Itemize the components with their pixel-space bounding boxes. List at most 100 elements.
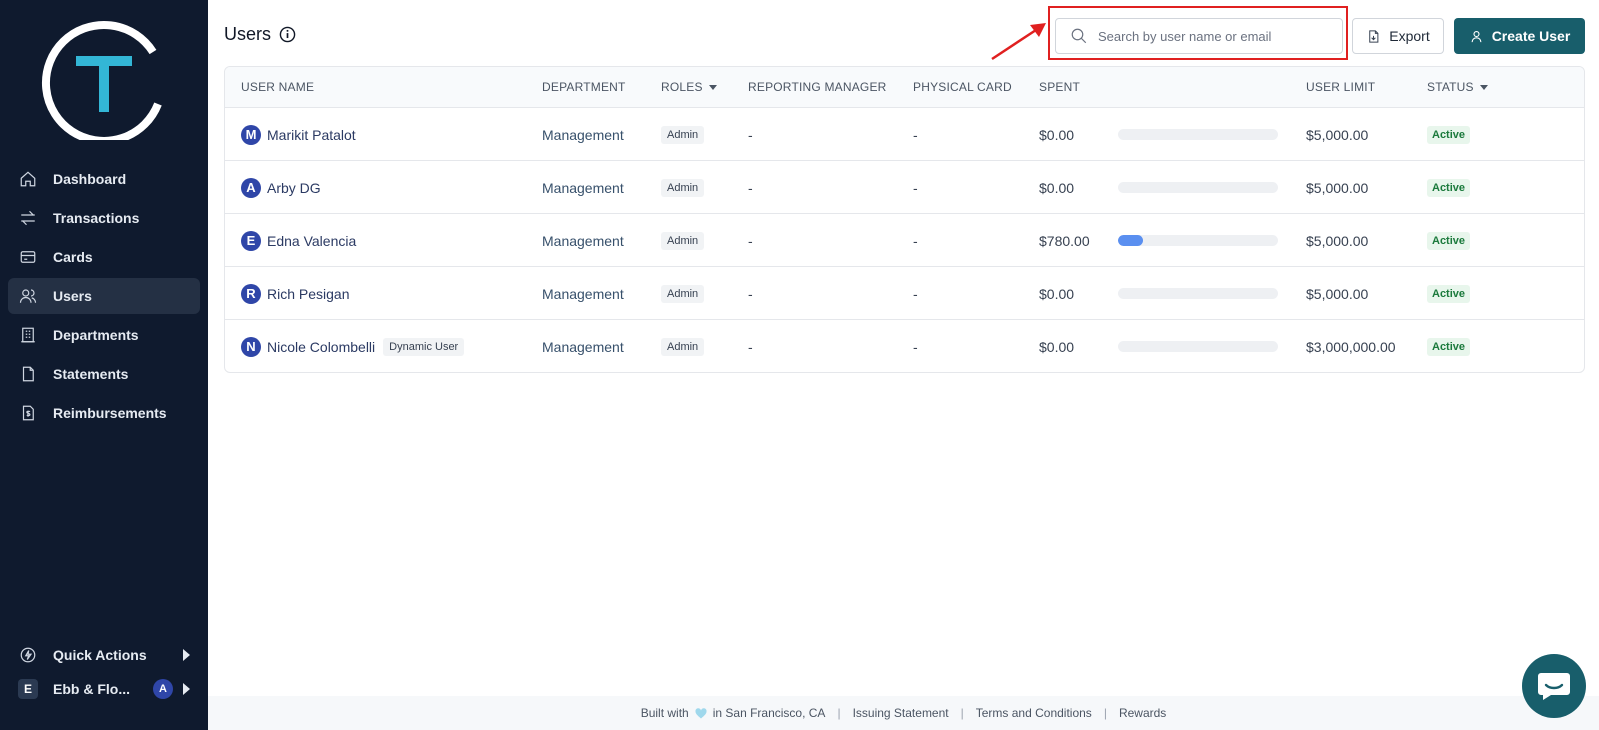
column-header-department[interactable]: DEPARTMENT <box>542 80 626 94</box>
sidebar-item-label: Statements <box>53 366 129 382</box>
sidebar-item-cards[interactable]: Cards <box>8 239 200 275</box>
physical-card-cell: - <box>913 338 918 355</box>
create-user-button[interactable]: Create User <box>1454 18 1585 54</box>
user-name[interactable]: Marikit Patalot <box>267 127 356 143</box>
sidebar-item-departments[interactable]: Departments <box>8 317 200 353</box>
avatar: A <box>241 177 261 198</box>
chat-icon <box>1538 673 1570 700</box>
user-name-cell[interactable]: E Edna Valencia <box>241 214 356 267</box>
physical-card-cell: - <box>913 232 918 249</box>
user-name-cell[interactable]: R Rich Pesigan <box>241 267 350 320</box>
user-type-badge: Dynamic User <box>383 337 465 356</box>
quick-actions-menu[interactable]: Quick Actions <box>0 638 208 672</box>
spend-progress <box>1118 108 1278 161</box>
table-row[interactable]: R Rich Pesigan Management Admin - - $0.00 $5,00… <box>225 267 1584 320</box>
chevron-right-icon <box>183 683 190 695</box>
column-header-user-name[interactable]: USER NAME <box>241 80 314 94</box>
arrow-annotation-icon <box>991 23 1046 61</box>
issuing-statement-link[interactable]: Issuing Statement <box>853 706 949 720</box>
reporting-manager-cell: - <box>748 179 753 196</box>
receipt-icon <box>18 403 38 423</box>
building-icon <box>18 325 38 345</box>
spent-cell: $0.00 <box>1039 126 1075 143</box>
user-name[interactable]: Rich Pesigan <box>267 286 350 302</box>
column-header-spent[interactable]: SPENT <box>1039 80 1080 94</box>
column-header-user-limit[interactable]: USER LIMIT <box>1306 80 1375 94</box>
users-icon <box>18 286 38 306</box>
user-limit-cell: $5,000.00 <box>1306 126 1369 143</box>
status-cell: Active <box>1427 108 1471 161</box>
user-name[interactable]: Nicole Colombelli <box>267 339 375 355</box>
table-header: USER NAME DEPARTMENT ROLES REPORTING MAN… <box>225 67 1584 108</box>
table-row[interactable]: E Edna Valencia Management Admin - - $780.00 $5… <box>225 214 1584 267</box>
table-row[interactable]: M Marikit Patalot Management Admin - - $0.00 $5… <box>225 108 1584 161</box>
export-icon <box>1369 29 1379 43</box>
role-badge: Admin <box>661 284 705 303</box>
sidebar-item-dashboard[interactable]: Dashboard <box>8 161 200 197</box>
avatar: A <box>153 679 173 699</box>
column-header-physical-card[interactable]: PHYSICAL CARD <box>913 80 1012 94</box>
sidebar-item-users[interactable]: Users <box>8 278 200 314</box>
status-cell: Active <box>1427 161 1471 214</box>
sidebar-item-label: Users <box>53 288 92 304</box>
page-title: Users <box>224 24 296 45</box>
column-header-reporting-manager[interactable]: REPORTING MANAGER <box>748 80 887 94</box>
table-row[interactable]: A Arby DG Management Admin - - $0.00 $5,000.00 A… <box>225 161 1584 214</box>
spent-cell: $780.00 <box>1039 232 1090 249</box>
role-badge: Admin <box>661 178 705 197</box>
avatar: N <box>241 336 261 357</box>
user-name[interactable]: Arby DG <box>267 180 321 196</box>
chevron-right-icon <box>183 649 190 661</box>
reporting-manager-cell: - <box>748 338 753 355</box>
department-cell: Management <box>542 338 624 355</box>
user-icon <box>1471 30 1482 42</box>
avatar: R <box>241 283 261 304</box>
table-row[interactable]: N Nicole Colombelli Dynamic User Management… <box>225 320 1584 372</box>
department-cell: Management <box>542 285 624 302</box>
page-title-text: Users <box>224 24 272 44</box>
info-icon[interactable] <box>279 26 296 43</box>
org-badge: E <box>18 679 38 699</box>
status-badge: Active <box>1427 125 1471 144</box>
sidebar-item-statements[interactable]: Statements <box>8 356 200 392</box>
search-input[interactable] <box>1098 28 1328 44</box>
physical-card-cell: - <box>913 179 918 196</box>
terms-link[interactable]: Terms and Conditions <box>976 706 1092 720</box>
brand-logo[interactable] <box>40 16 168 140</box>
search-box[interactable] <box>1055 18 1343 54</box>
rewards-link[interactable]: Rewards <box>1119 706 1166 720</box>
role-cell: Admin <box>661 267 705 320</box>
user-name[interactable]: Edna Valencia <box>267 233 356 249</box>
sidebar-item-transactions[interactable]: Transactions <box>8 200 200 236</box>
reporting-manager-cell: - <box>748 285 753 302</box>
user-limit-cell: $5,000.00 <box>1306 232 1369 249</box>
export-label: Export <box>1389 28 1430 44</box>
search-highlight <box>1048 6 1348 60</box>
main-nav: Dashboard Transactions Cards Users Depar… <box>0 158 208 434</box>
user-name-cell[interactable]: A Arby DG <box>241 161 321 214</box>
status-badge: Active <box>1427 178 1471 197</box>
export-button[interactable]: Export <box>1352 18 1444 54</box>
caret-down-icon <box>708 84 717 90</box>
user-limit-cell: $3,000,000.00 <box>1306 338 1396 355</box>
chat-button[interactable] <box>1522 654 1586 718</box>
home-icon <box>18 169 38 189</box>
org-switcher[interactable]: E Ebb & Flo... A <box>0 672 208 706</box>
role-badge: Admin <box>661 125 705 144</box>
user-name-cell[interactable]: N Nicole Colombelli Dynamic User <box>241 320 465 372</box>
column-header-status[interactable]: STATUS <box>1427 80 1488 94</box>
org-name: Ebb & Flo... <box>53 681 130 697</box>
user-name-cell[interactable]: M Marikit Patalot <box>241 108 356 161</box>
sidebar-item-label: Departments <box>53 327 139 343</box>
column-header-roles[interactable]: ROLES <box>661 80 717 94</box>
role-cell: Admin <box>661 320 705 372</box>
footer-built-suffix: in San Francisco, CA <box>712 706 826 720</box>
role-cell: Admin <box>661 161 705 214</box>
sidebar-item-reimbursements[interactable]: Reimbursements <box>8 395 200 431</box>
footer: Built with in San Francisco, CA | Issuin… <box>208 696 1599 730</box>
footer-built-prefix: Built with <box>640 706 689 720</box>
progress-track <box>1118 182 1278 193</box>
heart-icon <box>695 707 707 718</box>
status-cell: Active <box>1427 320 1471 372</box>
status-cell: Active <box>1427 214 1471 267</box>
